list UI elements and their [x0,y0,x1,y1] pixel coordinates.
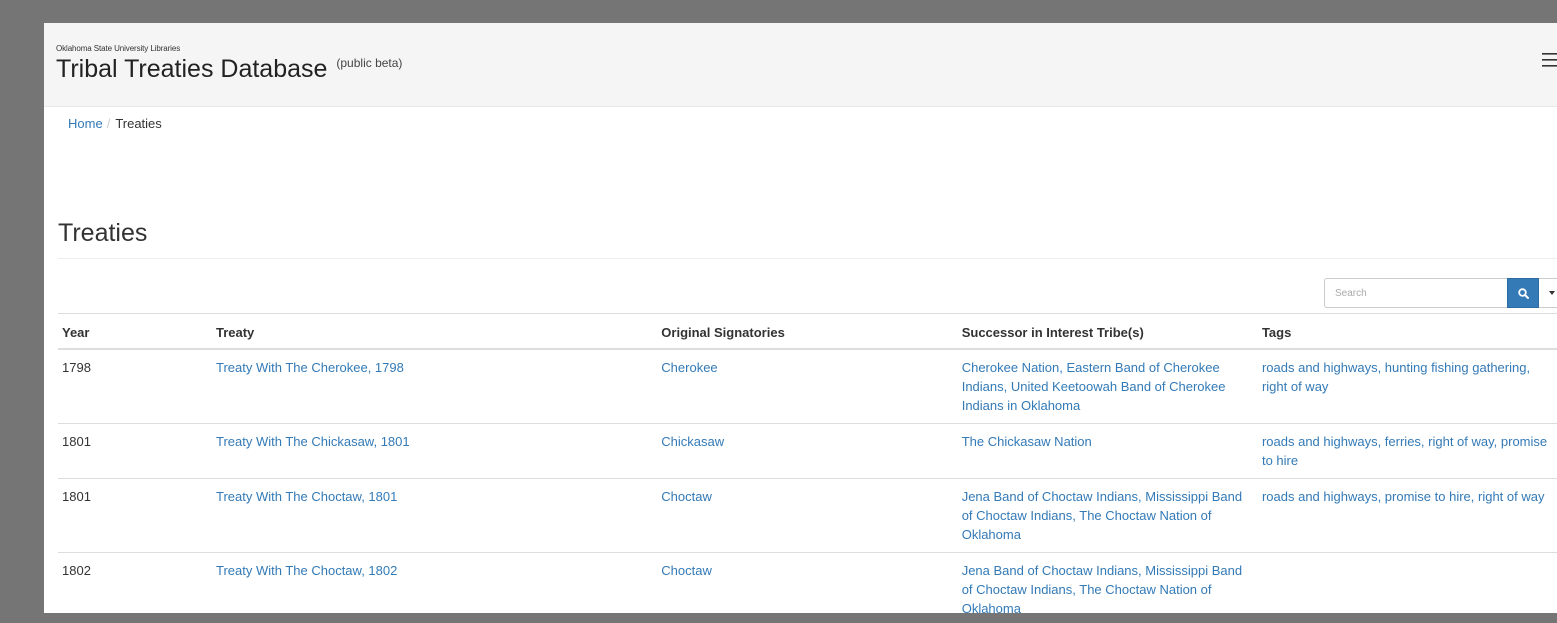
breadcrumb: Home / Treaties [68,116,162,131]
hamburger-menu-icon[interactable] [1542,51,1557,69]
breadcrumb-current: Treaties [115,116,162,131]
cell-year: 1801 [58,478,212,553]
original-signatory-link[interactable]: Cherokee [661,360,717,375]
browser-page: Oklahoma State University Libraries Trib… [44,23,1557,613]
caret-down-icon [1548,291,1555,295]
breadcrumb-home-link[interactable]: Home [68,116,103,131]
treaty-link[interactable]: Treaty With The Choctaw, 1801 [216,489,397,504]
table-row: 1802 Treaty With The Choctaw, 1802 Choct… [58,552,1557,613]
site-title[interactable]: Tribal Treaties Database (public beta) [56,55,402,84]
tags-link[interactable]: roads and highways, promise to hire, rig… [1262,489,1545,504]
org-name: Oklahoma State University Libraries [56,44,181,53]
cell-year: 1798 [58,348,212,424]
table-row: 1801 Treaty With The Choctaw, 1801 Choct… [58,478,1557,553]
column-header-tags[interactable]: Tags [1257,313,1557,350]
search-options-dropdown[interactable] [1539,278,1557,308]
table-header-row: Year Treaty Original Signatories Success… [58,313,1557,350]
search-input[interactable] [1324,278,1507,308]
column-header-year[interactable]: Year [58,313,212,350]
treaties-table: Year Treaty Original Signatories Success… [58,313,1557,613]
column-header-treaty[interactable]: Treaty [211,313,658,350]
treaty-link[interactable]: Treaty With The Chickasaw, 1801 [216,434,410,449]
site-title-text: Tribal Treaties Database [56,55,328,83]
search-button[interactable] [1507,278,1539,308]
tags-link[interactable]: roads and highways, ferries, right of wa… [1262,434,1547,468]
successor-tribes-link[interactable]: Jena Band of Choctaw Indians, Mississipp… [962,489,1242,542]
successor-tribes-link[interactable]: The Chickasaw Nation [962,434,1092,449]
successor-tribes-link[interactable]: Cherokee Nation, Eastern Band of Cheroke… [962,360,1226,413]
tags-link[interactable]: roads and highways, hunting fishing gath… [1262,360,1530,394]
treaty-link[interactable]: Treaty With The Cherokee, 1798 [216,360,404,375]
page-title: Treaties [58,219,148,247]
treaty-link[interactable]: Treaty With The Choctaw, 1802 [216,563,397,578]
original-signatory-link[interactable]: Choctaw [661,489,712,504]
successor-tribes-link[interactable]: Jena Band of Choctaw Indians, Mississipp… [962,563,1242,613]
original-signatory-link[interactable]: Choctaw [661,563,712,578]
title-divider [58,258,1557,259]
table-search-group [1324,278,1557,308]
cell-year: 1801 [58,423,212,479]
site-header: Oklahoma State University Libraries Trib… [44,23,1557,107]
cell-year: 1802 [58,552,212,613]
search-icon [1517,287,1529,299]
table-row: 1801 Treaty With The Chickasaw, 1801 Chi… [58,423,1557,479]
breadcrumb-separator: / [106,116,111,131]
table-row: 1798 Treaty With The Cherokee, 1798 Cher… [58,348,1557,424]
column-header-original-signatories[interactable]: Original Signatories [657,313,958,350]
original-signatory-link[interactable]: Chickasaw [661,434,724,449]
beta-label: (public beta) [336,56,403,70]
column-header-successor-tribes[interactable]: Successor in Interest Tribe(s) [957,313,1258,350]
